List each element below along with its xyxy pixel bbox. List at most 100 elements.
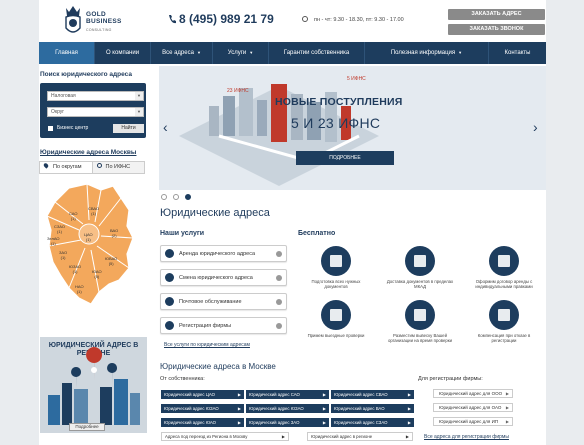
tab-by-ifns[interactable]: По ИФНС [91,162,144,173]
service-registration[interactable]: Регистрация фирмы [160,317,287,334]
nav-label: Гарантии собственника [283,50,350,56]
nav-item-useful-info[interactable]: Полезная информация ▼ [365,42,489,64]
chip-szao[interactable]: Юридический адрес СЗАО ▶ [331,418,414,427]
all-services-link[interactable]: Все услуги по юридическим адресам [164,342,250,348]
free-item-text: Оформим договор аренды с индивидуальными… [475,279,533,289]
free-item-text: Разместим вывеску Вашей организации на в… [387,333,453,343]
search-panel: Налоговая ▼ Округ ▼ Бизнес центр Найти [40,83,146,138]
owner-label: От собственника: [160,376,205,382]
slide-details-button[interactable]: ПОДРОБНЕЕ [296,151,394,165]
chip-label: Юридический адрес САО [249,392,300,397]
arrow-right-icon: ▶ [322,392,326,397]
nav-item-home[interactable]: Главная [39,42,95,64]
clock-icon [302,16,308,22]
chip-label: Юридический адрес для ООО [439,391,503,396]
arrow-right-icon: ▶ [505,391,509,396]
chip-relocation[interactable]: Адреса под переезд из Региона в Москву ▶ [161,432,289,441]
map-label-zao: ЗАО (1) [59,250,68,260]
chip-label: Юридический адрес ЦАО [164,392,216,397]
slider-dots [161,194,197,200]
arrow-right-icon: ▶ [237,406,241,411]
service-label: Почтовое обслуживание [179,299,242,305]
reg-chip-ip[interactable]: Юридический адрес для ИП ▶ [433,417,513,426]
arrow-right-icon [276,251,282,257]
map-label-zelao: ЗелАО (1) [47,236,60,246]
map-label-szao: СЗАО (1) [54,224,65,234]
chip-region[interactable]: Юридический адрес в регионе ▶ [307,432,413,441]
map-label-nao: НАО (1) [75,284,84,294]
logo-line-2: BUSINESS [86,18,122,25]
chip-label: Юридический адрес ЮАО [164,420,217,425]
chip-yuao[interactable]: Юридический адрес ЮАО ▶ [161,418,244,427]
lion-crest-icon [65,6,81,33]
reg-chip-ooo[interactable]: Юридический адрес для ООО ▶ [433,389,513,398]
tab-label: По ИФНС [105,164,131,170]
chip-label: Юридический адрес СЗАО [334,420,388,425]
slider-dot[interactable] [161,194,167,200]
map-label-svao: СВАО (1) [88,206,100,216]
phone-text: 8 (495) 989 21 79 [179,12,274,26]
nav-item-contacts[interactable]: Контакты [489,42,546,64]
service-label: Регистрация фирмы [179,323,232,329]
chip-yuzao[interactable]: Юридический адрес ЮЗАО ▶ [161,404,244,413]
order-address-button[interactable]: ЗАКАЗАТЬ АДРЕС [448,9,545,20]
refresh-icon [165,273,174,282]
promo-details-button[interactable]: Подробнее [69,423,105,431]
find-button[interactable]: Найти [113,124,144,133]
free-title: Бесплатно [298,230,336,237]
slider-prev-arrow[interactable]: ‹ [163,119,168,135]
business-center-checkbox[interactable] [48,126,53,131]
document-icon [165,321,174,330]
nav-item-services[interactable]: Услуги ▼ [213,42,269,64]
chip-label: Юридический адрес ЗАО [249,420,300,425]
main-nav: Главная О компании Все адреса ▼ Услуги ▼ Г… [39,42,546,64]
chip-sao[interactable]: Юридический адрес САО ▶ [246,390,329,399]
arrow-right-icon: ▶ [405,434,409,439]
free-item-text: Подготовка всех нужных документов [311,279,361,289]
chip-yuzao-2[interactable]: Юридический адрес ЮЗАО ▶ [246,404,329,413]
slider-next-arrow[interactable]: › [533,119,538,135]
chip-cao[interactable]: Юридический адрес ЦАО ▶ [161,390,244,399]
moscow-addresses-link[interactable]: Юридические адреса Москвы [40,149,136,156]
slider-dot-active[interactable] [185,194,191,200]
service-mail[interactable]: Почтовое обслуживание [160,293,287,310]
arrow-right-icon [276,323,282,329]
order-call-button[interactable]: ЗАКАЗАТЬ ЗВОНОК [448,24,545,35]
moscow-districts-map[interactable]: САО (1) СВАО (1) СЗАО (1) ВАО (2) ЦАО (1… [39,180,145,310]
chip-zao[interactable]: Юридический адрес ЗАО ▶ [246,418,329,427]
reg-chip-oao[interactable]: Юридический адрес для ОАО ▶ [433,403,513,412]
nav-label: Главная [55,50,78,56]
tax-office-select[interactable]: Налоговая ▼ [47,91,144,101]
free-item-documents: Подготовка всех нужных документов [301,246,371,289]
arrow-right-icon: ▶ [505,419,509,424]
slide-subtitle: 5 И 23 ИФНС [291,115,381,131]
tab-by-districts[interactable]: По округам [40,162,92,173]
district-select[interactable]: Округ ▼ [47,107,144,117]
nav-item-about[interactable]: О компании [95,42,151,64]
region-promo-banner[interactable]: ЮРИДИЧЕСКИЙ АДРЕС В РЕГИОНЕ Подробнее [40,337,147,433]
service-label: Аренда юридического адреса [179,251,256,257]
all-registration-link[interactable]: Все адреса для регистрации фирмы [424,434,509,440]
nav-item-guarantees[interactable]: Гарантии собственника [269,42,365,64]
slide-tag-5: 5 ИФНС [347,76,366,82]
page-title: Юридические адреса [160,207,270,219]
chip-label: Адреса под переезд из Региона в Москву [165,434,248,439]
signboard-icon [405,300,435,330]
free-item-compensation: Компенсация при отказе в регистрации [469,300,539,343]
slider-dot[interactable] [173,194,179,200]
chip-svao[interactable]: Юридический адрес СВАО ▶ [331,390,414,399]
arrow-right-icon: ▶ [407,420,411,425]
arrow-right-icon: ▶ [322,406,326,411]
circle-icon [96,163,102,168]
briefcase-icon [489,246,519,276]
chip-label: Юридический адрес ЮЗАО [249,406,304,411]
nav-item-addresses[interactable]: Все адреса ▼ [151,42,213,64]
chip-vao[interactable]: Юридический адрес ВАО ▶ [331,404,414,413]
service-rent-address[interactable]: Аренда юридического адреса [160,245,287,262]
logo[interactable]: GOLD BUSINESS CONSULTING [63,4,127,38]
service-change-address[interactable]: Смена юридического адреса [160,269,287,286]
documents-icon [321,246,351,276]
arrow-right-icon: ▶ [407,392,411,397]
phone-number[interactable]: 8 (495) 989 21 79 [168,12,274,26]
chip-label: Юридический адрес для ИП [439,419,499,424]
